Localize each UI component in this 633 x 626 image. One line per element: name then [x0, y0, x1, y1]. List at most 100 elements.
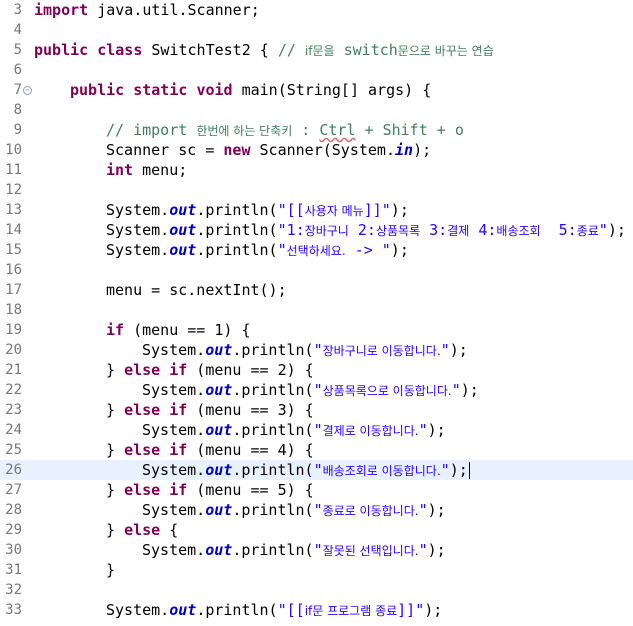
code-text: if (menu == 1) {: [106, 320, 251, 340]
code-token: static: [133, 81, 188, 99]
code-text: // import 한번에 하는 단축키 : Ctrl + Shift + o: [106, 120, 464, 141]
line-number: 12: [5, 182, 22, 198]
code-token: .println(: [232, 461, 314, 479]
code-token: public: [34, 41, 89, 59]
code-line[interactable]: 16: [0, 260, 633, 280]
code-line[interactable]: 27} else if (menu == 5) {: [0, 480, 633, 500]
code-line[interactable]: 8: [0, 100, 633, 120]
code-token: 종료로 이동합니다.: [322, 504, 419, 518]
code-line[interactable]: 28 System.out.println("종료로 이동합니다.");: [0, 500, 633, 520]
code-token: in: [395, 141, 414, 159]
code-line[interactable]: 10 Scanner sc = new Scanner(System.in);: [0, 140, 633, 160]
line-number: 29: [5, 522, 22, 538]
code-line[interactable]: 24 System.out.println("결제로 이동합니다.");: [0, 420, 633, 440]
code-line[interactable]: 4: [0, 20, 633, 40]
code-token: if: [169, 481, 188, 499]
code-token: ": [313, 541, 323, 559]
code-line[interactable]: 7− public static void main(String[] args)…: [0, 80, 633, 100]
code-line[interactable]: 30 System.out.println("잘못된 선택입니다.");: [0, 540, 633, 560]
code-text: } else if (menu == 5) {: [106, 480, 314, 500]
code-token: else: [124, 401, 161, 419]
code-token: }: [106, 521, 125, 539]
code-line[interactable]: 5 public class SwitchTest2 { // if문을 swit…: [0, 40, 633, 60]
code-token: out: [169, 201, 197, 219]
code-token: );: [449, 341, 468, 359]
code-line[interactable]: 33 System.out.println("[[if문 프로그램 종료]]");: [0, 600, 633, 620]
code-line[interactable]: 12: [0, 180, 633, 200]
code-line[interactable]: 9 // import 한번에 하는 단축키 : Ctrl + Shift + o: [0, 120, 633, 140]
code-line[interactable]: 11 int menu;: [0, 160, 633, 180]
code-line[interactable]: 25} else if (menu == 4) {: [0, 440, 633, 460]
code-token: switch: [334, 41, 398, 59]
fold-collapse-icon[interactable]: −: [23, 86, 32, 95]
code-token: 배송조회로 이동합니다.: [322, 464, 441, 478]
code-text: System.out.println("장바구니로 이동합니다.");: [142, 340, 468, 361]
code-token: System.: [106, 221, 170, 239]
code-line[interactable]: 19 if (menu == 1) {: [0, 320, 633, 340]
code-token: ": [598, 221, 608, 239]
code-line[interactable]: 23} else if (menu == 3) {: [0, 400, 633, 420]
code-line[interactable]: 31}: [0, 560, 633, 580]
code-line[interactable]: 29} else {: [0, 520, 633, 540]
code-token: }: [106, 361, 125, 379]
code-line[interactable]: 6: [0, 60, 633, 80]
code-token: "[[: [277, 601, 305, 619]
line-number: 24: [5, 422, 22, 438]
line-number: 30: [5, 542, 22, 558]
code-text: System.out.println("종료로 이동합니다.");: [142, 500, 446, 521]
code-text: import java.util.Scanner;: [34, 0, 260, 20]
code-token: .println(: [232, 501, 314, 519]
code-line[interactable]: 15 System.out.println("선택하세요. -> ");: [0, 240, 633, 260]
line-number: 19: [5, 322, 22, 338]
code-token: ": [313, 461, 323, 479]
code-line[interactable]: 13 System.out.println("[[사용자 메뉴]]");: [0, 200, 633, 220]
code-token: (menu == 3) {: [187, 401, 314, 419]
code-token: else: [124, 441, 161, 459]
code-line[interactable]: 14 System.out.println("1:장바구니 2:상품목록 3:결제…: [0, 220, 633, 240]
code-token: 2:: [348, 221, 376, 239]
code-token: (menu == 5) {: [187, 481, 314, 499]
code-editor[interactable]: 3 import java.util.Scanner; 4 5 public class…: [0, 0, 633, 626]
code-line[interactable]: 18: [0, 300, 633, 320]
code-line[interactable]: 17 menu = sc.nextInt();: [0, 280, 633, 300]
code-token: out: [205, 461, 233, 479]
code-text: int menu;: [106, 160, 187, 180]
code-token: out: [205, 341, 233, 359]
line-number: 15: [5, 242, 22, 258]
line-number: 9: [13, 122, 22, 138]
code-token: 5:: [540, 221, 577, 239]
code-token: "1:: [277, 221, 305, 239]
line-number: 16: [5, 262, 22, 278]
code-token: System.: [142, 341, 206, 359]
code-text: System.out.println("[[사용자 메뉴]]");: [106, 200, 409, 221]
code-token: 문으로 바꾸는 연습: [397, 44, 494, 58]
code-token: 상품목록: [375, 224, 421, 238]
code-line[interactable]: 21} else if (menu == 2) {: [0, 360, 633, 380]
code-token: .println(: [232, 541, 314, 559]
code-text: System.out.println("결제로 이동합니다.");: [142, 420, 446, 441]
code-token: System.: [106, 201, 170, 219]
line-number: 18: [5, 302, 22, 318]
code-token: class: [97, 41, 143, 59]
code-token: 장바구니로 이동합니다.: [322, 344, 441, 358]
code-token: );: [427, 421, 446, 439]
code-token: 선택하세요.: [286, 244, 346, 258]
code-token: System.: [106, 241, 170, 259]
code-token: 배송조회: [496, 224, 541, 238]
code-line[interactable]: 22 System.out.println("상품목록으로 이동합니다.");: [0, 380, 633, 400]
code-token: .println(: [232, 341, 314, 359]
code-token: );: [427, 541, 446, 559]
code-line[interactable]: 3 import java.util.Scanner;: [0, 0, 633, 20]
code-line[interactable]: 20 System.out.println("장바구니로 이동합니다.");: [0, 340, 633, 360]
line-number: 28: [5, 502, 22, 518]
code-line[interactable]: 26 System.out.println("배송조회로 이동합니다.");: [0, 460, 633, 480]
code-text: } else if (menu == 4) {: [106, 440, 314, 460]
code-token: + Shift + o: [355, 121, 464, 139]
code-token: 4:: [469, 221, 497, 239]
code-token: {: [160, 521, 179, 539]
code-line[interactable]: 32: [0, 580, 633, 600]
code-token: -> ": [345, 241, 391, 259]
code-token: void: [196, 81, 233, 99]
